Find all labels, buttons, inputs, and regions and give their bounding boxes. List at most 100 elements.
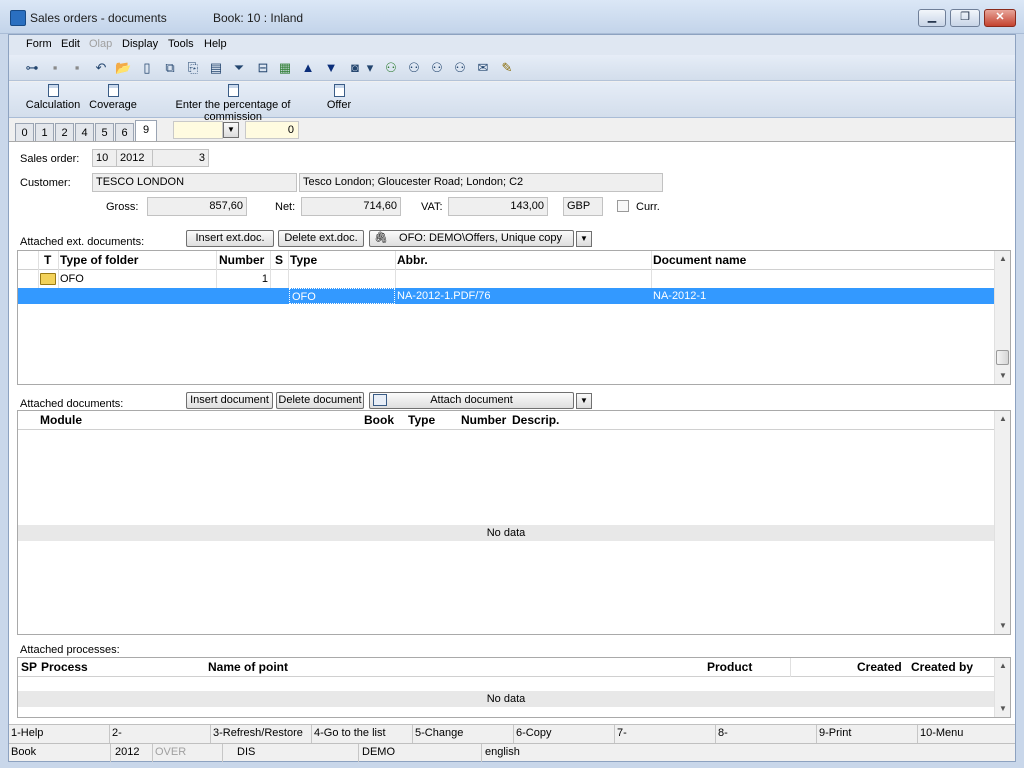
fkey-10[interactable]: 10-Menu bbox=[918, 725, 1015, 743]
fkey-1[interactable]: 1-Help bbox=[9, 725, 110, 743]
column-header-number[interactable]: Number bbox=[219, 253, 264, 267]
delete-document-button[interactable]: Delete document bbox=[276, 392, 364, 409]
save-icon[interactable]: ▪ bbox=[47, 60, 63, 76]
tab-9[interactable]: 9 bbox=[135, 120, 157, 142]
attach-document-button[interactable]: Attach document bbox=[369, 392, 574, 409]
delete-ext-doc-button[interactable]: Delete ext.doc. bbox=[278, 230, 364, 247]
mail-icon[interactable]: ✉ bbox=[475, 60, 491, 76]
camera-icon[interactable]: ◙ bbox=[347, 60, 363, 76]
binoculars-check-icon[interactable]: ⚇ bbox=[383, 60, 399, 76]
calculation-action[interactable]: Calculation bbox=[25, 84, 81, 111]
column-header-type[interactable]: Type bbox=[408, 413, 435, 427]
net-value-field[interactable]: 714,60 bbox=[301, 197, 401, 216]
arrow-up-icon[interactable]: ▲ bbox=[300, 60, 316, 76]
notes-icon[interactable]: ✎ bbox=[499, 60, 515, 76]
column-header-module[interactable]: Module bbox=[40, 413, 82, 427]
menu-tools[interactable]: Tools bbox=[168, 38, 194, 50]
column-header-abbr[interactable]: Abbr. bbox=[397, 253, 428, 267]
fkey-3[interactable]: 3-Refresh/Restore bbox=[211, 725, 312, 743]
fkey-8[interactable]: 8- bbox=[716, 725, 817, 743]
menu-display[interactable]: Display bbox=[122, 38, 158, 50]
order-number-field[interactable]: 3 bbox=[152, 149, 209, 167]
column-header-t[interactable]: T bbox=[44, 253, 51, 267]
menu-edit[interactable]: Edit bbox=[61, 38, 80, 50]
gross-value-field[interactable]: 857,60 bbox=[147, 197, 247, 216]
tab-filter-field[interactable] bbox=[173, 121, 223, 139]
commission-action[interactable]: Enter the percentage of commission bbox=[146, 84, 320, 123]
table-row-selected[interactable]: OFO NA-2012-1.PDF/76 NA-2012-1 bbox=[18, 288, 994, 304]
binoculars-icon[interactable]: ⚇ bbox=[406, 60, 422, 76]
curr-checkbox[interactable] bbox=[617, 200, 629, 212]
insert-ext-doc-button[interactable]: Insert ext.doc. bbox=[186, 230, 274, 247]
tab-1[interactable]: 1 bbox=[35, 123, 54, 142]
binoculars-next-icon[interactable]: ⚇ bbox=[429, 60, 445, 76]
stack-icon[interactable]: ▦ bbox=[277, 60, 293, 76]
tab-0[interactable]: 0 bbox=[15, 123, 34, 142]
column-header-number[interactable]: Number bbox=[461, 413, 506, 427]
fkey-2[interactable]: 2- bbox=[110, 725, 211, 743]
column-header-s[interactable]: S bbox=[275, 253, 283, 267]
fkey-7[interactable]: 7- bbox=[615, 725, 716, 743]
coverage-action[interactable]: Coverage bbox=[88, 84, 138, 111]
paste-icon[interactable]: ⎘ bbox=[185, 60, 201, 76]
dropdown-arrow-icon[interactable]: ▾ bbox=[365, 60, 375, 76]
scroll-down-icon[interactable]: ▼ bbox=[995, 701, 1011, 717]
menu-form[interactable]: Form bbox=[26, 38, 52, 50]
binoculars-prev-icon[interactable]: ⚇ bbox=[452, 60, 468, 76]
table-row[interactable]: OFO 1 bbox=[18, 271, 994, 287]
currency-field[interactable]: GBP bbox=[563, 197, 603, 216]
filter-icon[interactable]: ⏷ bbox=[231, 60, 247, 76]
open-folder-icon[interactable]: 📂 bbox=[115, 60, 131, 76]
attach-document-dropdown[interactable]: ▼ bbox=[576, 393, 592, 409]
maximize-button[interactable]: ❐ bbox=[950, 9, 980, 27]
tab-filter-dropdown[interactable]: ▼ bbox=[223, 122, 239, 138]
column-header-type[interactable]: Type bbox=[290, 253, 317, 267]
tab-2[interactable]: 2 bbox=[55, 123, 74, 142]
fkey-5[interactable]: 5-Change bbox=[413, 725, 514, 743]
scroll-up-icon[interactable]: ▲ bbox=[995, 411, 1011, 427]
column-header-book[interactable]: Book bbox=[364, 413, 394, 427]
copy-icon[interactable]: ⧉ bbox=[162, 60, 178, 76]
scroll-up-icon[interactable]: ▲ bbox=[995, 251, 1011, 267]
folder-combo-dropdown[interactable]: ▼ bbox=[576, 231, 592, 247]
scroll-thumb[interactable] bbox=[996, 350, 1009, 365]
column-header-product[interactable]: Product bbox=[707, 660, 752, 674]
ext-docs-scrollbar[interactable]: ▲ ▼ bbox=[994, 251, 1010, 384]
tab-6[interactable]: 6 bbox=[115, 123, 134, 142]
customer-name-field[interactable]: TESCO LONDON bbox=[92, 173, 297, 192]
fkey-9[interactable]: 9-Print bbox=[817, 725, 918, 743]
scroll-up-icon[interactable]: ▲ bbox=[995, 658, 1011, 674]
undo-icon[interactable]: ↶ bbox=[93, 60, 109, 76]
column-header-name-of-point[interactable]: Name of point bbox=[208, 660, 288, 674]
column-header-sp[interactable]: SP bbox=[21, 660, 37, 674]
column-header-created[interactable]: Created bbox=[857, 660, 902, 674]
order-book-field[interactable]: 10 bbox=[92, 149, 117, 167]
save-as-icon[interactable]: ▪ bbox=[69, 60, 85, 76]
processes-scrollbar[interactable]: ▲ ▼ bbox=[994, 658, 1010, 717]
order-year-field[interactable]: 2012 bbox=[116, 149, 153, 167]
column-header-document-name[interactable]: Document name bbox=[653, 253, 746, 267]
tab-4[interactable]: 4 bbox=[75, 123, 94, 142]
folder-combo[interactable]: 🖇 OFO: DEMO\Offers, Unique copy bbox=[369, 230, 574, 247]
book-icon[interactable]: ▤ bbox=[208, 60, 224, 76]
menu-help[interactable]: Help bbox=[204, 38, 227, 50]
attached-docs-scrollbar[interactable]: ▲ ▼ bbox=[994, 411, 1010, 634]
fkey-4[interactable]: 4-Go to the list bbox=[312, 725, 413, 743]
column-header-created-by[interactable]: Created by bbox=[911, 660, 973, 674]
vat-value-field[interactable]: 143,00 bbox=[448, 197, 548, 216]
minimize-button[interactable]: ▁ bbox=[918, 9, 946, 27]
menu-olap[interactable]: Olap bbox=[89, 38, 112, 50]
column-header-process[interactable]: Process bbox=[41, 660, 88, 674]
new-document-icon[interactable]: ▯ bbox=[139, 60, 155, 76]
scroll-down-icon[interactable]: ▼ bbox=[995, 368, 1011, 384]
column-header-type-of-folder[interactable]: Type of folder bbox=[60, 253, 138, 267]
tree-icon[interactable]: ⊶ bbox=[24, 60, 40, 76]
column-header-descrip[interactable]: Descrip. bbox=[512, 413, 559, 427]
customer-address-field[interactable]: Tesco London; Gloucester Road; London; C… bbox=[299, 173, 663, 192]
tab-number-field[interactable]: 0 bbox=[245, 121, 299, 139]
arrow-down-icon[interactable]: ▼ bbox=[323, 60, 339, 76]
scroll-down-icon[interactable]: ▼ bbox=[995, 618, 1011, 634]
fkey-6[interactable]: 6-Copy bbox=[514, 725, 615, 743]
offer-action[interactable]: Offer bbox=[325, 84, 353, 111]
close-button[interactable]: ✕ bbox=[984, 9, 1016, 27]
